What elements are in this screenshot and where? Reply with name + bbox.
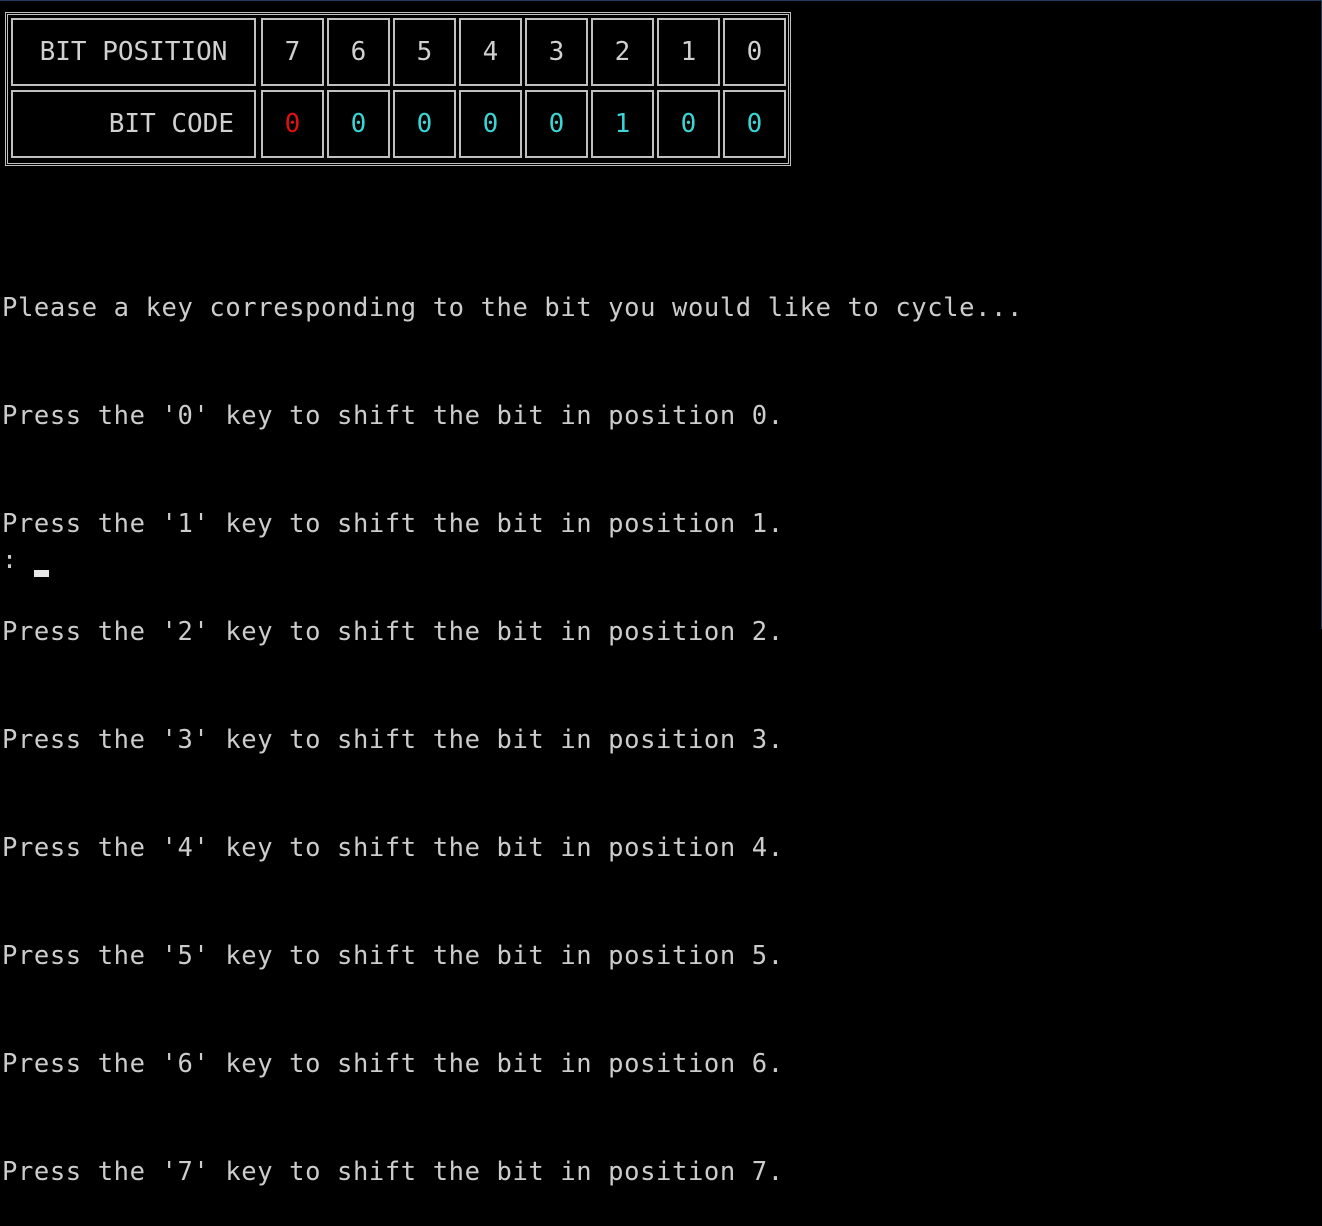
console-line: Press the '5' key to shift the bit in po…	[2, 941, 784, 971]
console-output: Please a key corresponding to the bit yo…	[2, 218, 1023, 1226]
console-line: Press the '2' key to shift the bit in po…	[2, 617, 784, 647]
bit-position-0: 0	[723, 18, 786, 86]
bit-code-label: BIT CODE	[11, 90, 256, 158]
bit-code-value: 0	[416, 109, 433, 139]
bit-position-label: BIT POSITION	[11, 18, 256, 86]
console-line: Press the '1' key to shift the bit in po…	[2, 509, 784, 539]
bit-code-5: 0	[393, 90, 456, 158]
bit-code-6: 0	[327, 90, 390, 158]
bit-code-7: 0	[261, 90, 324, 158]
bit-code-value: 0	[746, 109, 763, 139]
bit-position-4: 4	[459, 18, 522, 86]
bit-code-value: 0	[482, 109, 499, 139]
bit-table: BIT POSITION 7 6 5 4 3 2 1 0 BIT CODE 0 …	[5, 12, 791, 166]
bit-code-value: 0	[350, 109, 367, 139]
console-line: Please a key corresponding to the bit yo…	[2, 293, 1023, 323]
bit-position-7: 7	[261, 18, 324, 86]
bit-position-2: 2	[591, 18, 654, 86]
bit-position-1: 1	[657, 18, 720, 86]
bit-position-5: 5	[393, 18, 456, 86]
bit-code-value: 0	[284, 109, 301, 139]
bit-code-0: 0	[723, 90, 786, 158]
bit-code-2: 1	[591, 90, 654, 158]
bit-code-value: 0	[680, 109, 697, 139]
bit-code-value: 0	[548, 109, 565, 139]
console-line: Press the '6' key to shift the bit in po…	[2, 1049, 784, 1079]
bit-position-3: 3	[525, 18, 588, 86]
bit-code-4: 0	[459, 90, 522, 158]
bit-code-1: 0	[657, 90, 720, 158]
console-line: Press the '0' key to shift the bit in po…	[2, 401, 784, 431]
console-line: Press the '7' key to shift the bit in po…	[2, 1157, 784, 1187]
bit-code-3: 0	[525, 90, 588, 158]
text-cursor[interactable]	[34, 570, 49, 577]
bit-position-6: 6	[327, 18, 390, 86]
console-line: Press the '4' key to shift the bit in po…	[2, 833, 784, 863]
input-prompt[interactable]: :	[2, 542, 17, 578]
console-line: Press the '3' key to shift the bit in po…	[2, 725, 784, 755]
bit-code-value: 1	[614, 109, 631, 139]
